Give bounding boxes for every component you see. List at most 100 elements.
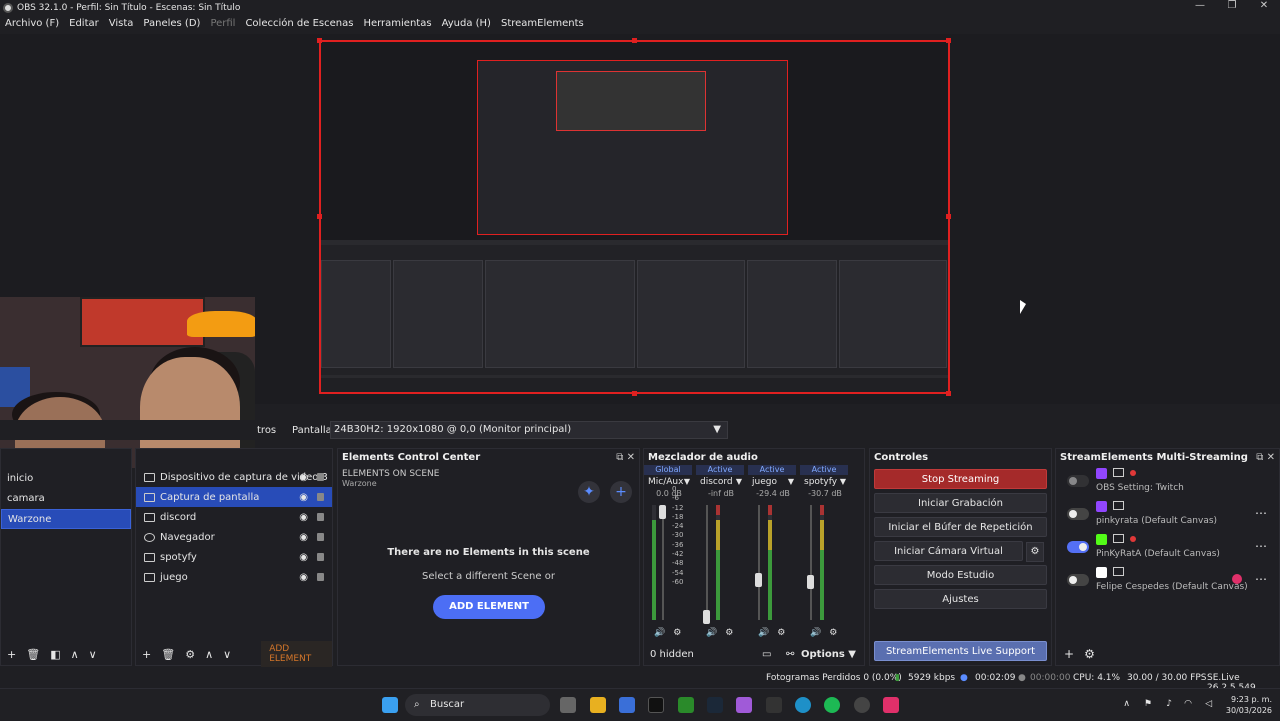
menu-streamelements[interactable]: StreamElements bbox=[496, 16, 589, 32]
channel-name[interactable]: discord ▼ bbox=[696, 475, 746, 489]
more-icon[interactable]: ⋯ bbox=[1255, 539, 1267, 553]
eye-icon[interactable]: ◉ bbox=[299, 512, 308, 523]
volume-knob[interactable] bbox=[659, 505, 666, 519]
monitor-select[interactable]: 24B30H2: 1920x1080 @ 0,0 (Monitor princi… bbox=[330, 421, 728, 439]
more-icon[interactable]: ⋯ bbox=[1255, 572, 1267, 586]
studio-mode-button[interactable]: Modo Estudio bbox=[874, 565, 1047, 585]
resize-handle[interactable] bbox=[946, 214, 951, 219]
add-element-button[interactable]: ADD ELEMENT bbox=[261, 641, 332, 667]
trash-icon[interactable]: 🗑 bbox=[26, 648, 40, 661]
source-item[interactable]: juego ◉ bbox=[136, 567, 332, 587]
resize-handle[interactable] bbox=[946, 391, 951, 396]
resize-handle[interactable] bbox=[632, 38, 637, 43]
menu-editar[interactable]: Editar bbox=[64, 16, 104, 32]
chevron-up-icon[interactable]: ∧ bbox=[1123, 699, 1130, 709]
account-toggle[interactable] bbox=[1067, 508, 1089, 520]
menu-ayuda[interactable]: Ayuda (H) bbox=[437, 16, 496, 32]
eye-icon[interactable]: ◉ bbox=[299, 552, 308, 563]
scene-warzone[interactable]: Warzone bbox=[1, 509, 131, 529]
resize-handle[interactable] bbox=[632, 391, 637, 396]
resize-handle[interactable] bbox=[946, 38, 951, 43]
wifi-icon[interactable]: ◠ bbox=[1184, 699, 1192, 709]
lock-icon[interactable] bbox=[317, 573, 324, 581]
plus-icon[interactable]: + bbox=[1064, 647, 1074, 661]
eye-icon[interactable]: ◉ bbox=[299, 472, 308, 483]
dock-controls[interactable]: ⧉ ✕ bbox=[616, 452, 635, 463]
gear-icon[interactable]: ⚙ bbox=[725, 628, 733, 638]
stop-streaming-button[interactable]: Stop Streaming bbox=[874, 469, 1047, 489]
dock-controls[interactable]: ⧉ ✕ bbox=[1256, 452, 1275, 463]
add-source-icon[interactable]: + bbox=[142, 648, 151, 661]
spotify-icon[interactable] bbox=[824, 697, 840, 713]
network-icon[interactable]: ⚑ bbox=[1144, 699, 1152, 709]
filters-label[interactable]: tros bbox=[257, 425, 276, 436]
resize-handle[interactable] bbox=[317, 38, 322, 43]
start-recording-button[interactable]: Iniciar Grabación bbox=[874, 493, 1047, 513]
volume-knob[interactable] bbox=[703, 610, 710, 624]
plus-icon[interactable]: + bbox=[610, 481, 632, 503]
speaker-icon[interactable]: 🔊 bbox=[810, 628, 821, 638]
account-toggle[interactable] bbox=[1067, 475, 1089, 487]
maximize-button[interactable]: ❐ bbox=[1216, 0, 1248, 11]
obs-icon[interactable] bbox=[854, 697, 870, 713]
screen-capture-source[interactable] bbox=[319, 40, 950, 394]
resize-handle[interactable] bbox=[317, 214, 322, 219]
channel-name[interactable]: Mic/Aux ▼ bbox=[644, 475, 694, 489]
store-icon[interactable] bbox=[619, 697, 635, 713]
app-icon[interactable] bbox=[766, 697, 782, 713]
minimize-button[interactable]: — bbox=[1184, 0, 1216, 11]
gear-icon[interactable]: ⚙ bbox=[1084, 647, 1095, 661]
channel-name[interactable]: juego ▼ bbox=[748, 475, 798, 489]
add-element-button[interactable]: ADD ELEMENT bbox=[433, 595, 545, 619]
gear-icon[interactable]: ⚙ bbox=[1026, 542, 1044, 562]
scene-camara[interactable]: camara bbox=[1, 489, 131, 509]
folder-icon[interactable] bbox=[590, 697, 606, 713]
virtual-camera-button[interactable]: Iniciar Cámara Virtual ⚙ bbox=[874, 541, 1044, 562]
copilot-icon[interactable] bbox=[736, 697, 752, 713]
volume-icon[interactable]: ◁ bbox=[1205, 699, 1212, 709]
lock-icon[interactable] bbox=[317, 533, 324, 541]
filter-icon[interactable]: ◧ bbox=[50, 648, 60, 661]
source-item[interactable]: Dispositivo de captura de video 3 ◉ bbox=[136, 467, 332, 487]
menu-perfil[interactable]: Perfil bbox=[205, 16, 240, 32]
source-item[interactable]: discord ◉ bbox=[136, 507, 332, 527]
volume-knob[interactable] bbox=[807, 575, 814, 589]
warning-icon[interactable] bbox=[1232, 574, 1242, 584]
volume-knob[interactable] bbox=[755, 573, 762, 587]
scene-inicio[interactable]: inicio bbox=[1, 469, 131, 489]
lock-icon[interactable] bbox=[317, 493, 324, 501]
lock-icon[interactable] bbox=[317, 553, 324, 561]
lock-icon[interactable] bbox=[317, 513, 324, 521]
add-scene-icon[interactable]: + bbox=[7, 648, 16, 661]
tiktok-live-icon[interactable] bbox=[883, 697, 899, 713]
menu-herramientas[interactable]: Herramientas bbox=[358, 16, 436, 32]
clock[interactable]: 9:23 p. m. 30/03/2026 bbox=[1226, 694, 1272, 716]
gear-icon[interactable]: ⚙ bbox=[673, 628, 681, 638]
options-button[interactable]: Options ▼ bbox=[801, 649, 856, 660]
speaker-icon[interactable]: 🔊 bbox=[758, 628, 769, 638]
sparkle-icon[interactable]: ✦ bbox=[578, 481, 600, 503]
speaker-icon[interactable]: 🔊 bbox=[706, 628, 717, 638]
menu-archivo[interactable]: Archivo (F) bbox=[0, 16, 64, 32]
speaker-icon[interactable]: 🔊 bbox=[654, 628, 665, 638]
lock-icon[interactable] bbox=[317, 473, 324, 481]
windows-start-icon[interactable] bbox=[382, 697, 398, 713]
settings-button[interactable]: Ajustes bbox=[874, 589, 1047, 609]
gear-icon[interactable]: ⚙ bbox=[777, 628, 785, 638]
layout-icon[interactable]: ▭ bbox=[762, 649, 771, 660]
close-button[interactable]: ✕ bbox=[1248, 0, 1280, 11]
mic-icon[interactable]: ♪ bbox=[1166, 699, 1172, 709]
eye-icon[interactable]: ◉ bbox=[299, 492, 308, 503]
replay-buffer-button[interactable]: Iniciar el Búfer de Repetición bbox=[874, 517, 1047, 537]
eye-icon[interactable]: ◉ bbox=[299, 572, 308, 583]
menu-coleccion[interactable]: Colección de Escenas bbox=[240, 16, 358, 32]
source-item[interactable]: Navegador ◉ bbox=[136, 527, 332, 547]
menu-vista[interactable]: Vista bbox=[104, 16, 139, 32]
live-support-button[interactable]: StreamElements Live Support bbox=[874, 641, 1047, 661]
channel-name[interactable]: spotyfy ▼ bbox=[800, 475, 850, 489]
source-item[interactable]: Captura de pantalla ◉ bbox=[136, 487, 332, 507]
chevron-up-icon[interactable]: ∧ bbox=[71, 648, 79, 661]
gear-icon[interactable]: ⚙ bbox=[829, 628, 837, 638]
chevron-down-icon[interactable]: ∨ bbox=[223, 648, 231, 661]
account-toggle[interactable] bbox=[1067, 574, 1089, 586]
